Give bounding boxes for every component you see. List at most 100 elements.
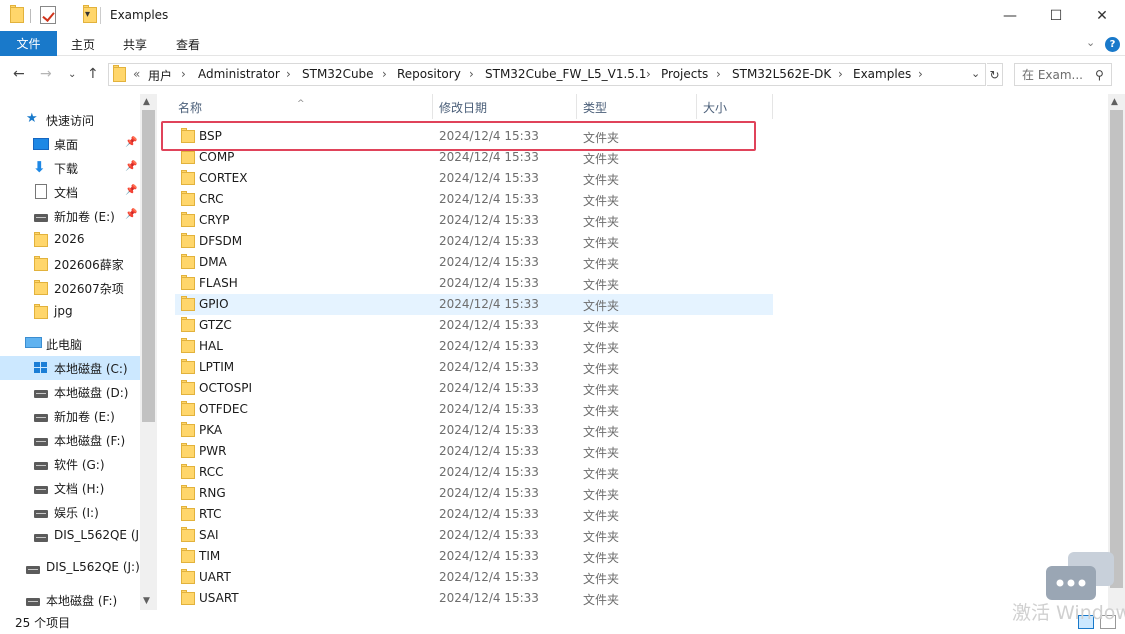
breadcrumb-overflow[interactable]: «	[133, 67, 140, 81]
scroll-up-icon[interactable]: ▲	[1111, 97, 1118, 107]
nav-item-this-pc[interactable]: 此电脑	[0, 332, 140, 356]
chevron-right-icon[interactable]: ›	[838, 67, 843, 81]
nav-item-drive-i[interactable]: 娱乐 (I:)	[0, 500, 140, 524]
nav-item-downloads[interactable]: ⬇ 下载 📌	[0, 156, 140, 180]
chevron-right-icon[interactable]: ›	[181, 67, 186, 81]
nav-item-documents[interactable]: 文档 📌	[0, 180, 140, 204]
scrollbar-thumb[interactable]	[1110, 110, 1123, 588]
nav-item-folder-jpg[interactable]: jpg	[0, 300, 140, 324]
close-button[interactable]: ✕	[1079, 0, 1125, 31]
file-row-cryp[interactable]: CRYP 2024/12/4 15:33 文件夹	[175, 210, 773, 231]
breadcrumb-repository[interactable]: Repository	[397, 67, 461, 81]
nav-item-drive-j[interactable]: DIS_L562QE (J:	[0, 524, 140, 548]
chevron-right-icon[interactable]: ›	[716, 67, 721, 81]
column-header-name[interactable]: 名称	[178, 99, 202, 116]
nav-item-drive-g[interactable]: 软件 (G:)	[0, 452, 140, 476]
chevron-right-icon[interactable]: ›	[469, 67, 474, 81]
recent-locations-icon[interactable]: ⌄	[68, 69, 76, 80]
file-row-uart[interactable]: UART 2024/12/4 15:33 文件夹	[175, 567, 773, 588]
breadcrumb-board[interactable]: STM32L562E-DK	[732, 67, 831, 81]
nav-item-drive-j-device[interactable]: DIS_L562QE (J:)	[0, 556, 140, 580]
chevron-right-icon[interactable]: ›	[918, 67, 923, 81]
file-row-pwr[interactable]: PWR 2024/12/4 15:33 文件夹	[175, 441, 773, 462]
pin-icon[interactable]: 📌	[125, 209, 137, 220]
column-divider[interactable]	[696, 94, 697, 119]
file-row-pka[interactable]: PKA 2024/12/4 15:33 文件夹	[175, 420, 773, 441]
up-arrow-icon[interactable]: ↑	[87, 66, 99, 82]
tab-share[interactable]: 共享	[123, 36, 147, 53]
tab-file[interactable]: 文件	[0, 31, 57, 56]
file-row-rtc[interactable]: RTC 2024/12/4 15:33 文件夹	[175, 504, 773, 525]
tab-view[interactable]: 查看	[176, 36, 200, 53]
search-box[interactable]: ⚲	[1014, 63, 1112, 86]
nav-item-drive-d[interactable]: 本地磁盘 (D:)	[0, 380, 140, 404]
nav-item-drive-f-network[interactable]: 本地磁盘 (F:)	[0, 588, 140, 612]
nav-item-drive-e-pinned[interactable]: 新加卷 (E:) 📌	[0, 204, 140, 228]
file-row-hal[interactable]: HAL 2024/12/4 15:33 文件夹	[175, 336, 773, 357]
column-header-type[interactable]: 类型	[583, 99, 607, 116]
address-bar[interactable]: « 用户 › Administrator › STM32Cube › Repos…	[108, 63, 986, 86]
nav-item-folder-2026[interactable]: 2026	[0, 228, 140, 252]
file-row-bsp[interactable]: BSP 2024/12/4 15:33 文件夹	[175, 126, 773, 147]
pin-icon[interactable]: 📌	[125, 161, 137, 172]
column-divider[interactable]	[576, 94, 577, 119]
help-icon[interactable]: ?	[1105, 37, 1120, 52]
file-row-lptim[interactable]: LPTIM 2024/12/4 15:33 文件夹	[175, 357, 773, 378]
column-header-size[interactable]: 大小	[703, 99, 727, 116]
quick-access-dropdown-icon[interactable]: ▾	[85, 9, 90, 20]
tab-home[interactable]: 主页	[71, 36, 95, 53]
file-row-octospi[interactable]: OCTOSPI 2024/12/4 15:33 文件夹	[175, 378, 773, 399]
breadcrumb-administrator[interactable]: Administrator	[198, 67, 280, 81]
properties-icon[interactable]	[40, 6, 56, 24]
breadcrumb-stm32cube[interactable]: STM32Cube	[302, 67, 374, 81]
file-row-cortex[interactable]: CORTEX 2024/12/4 15:33 文件夹	[175, 168, 773, 189]
file-row-comp[interactable]: COMP 2024/12/4 15:33 文件夹	[175, 147, 773, 168]
file-row-otfdec[interactable]: OTFDEC 2024/12/4 15:33 文件夹	[175, 399, 773, 420]
scroll-down-icon[interactable]: ▼	[143, 596, 150, 606]
file-row-tim[interactable]: TIM 2024/12/4 15:33 文件夹	[175, 546, 773, 567]
nav-scrollbar[interactable]: ▲ ▼	[140, 94, 157, 610]
nav-item-folder-202606[interactable]: 202606薛家	[0, 252, 140, 276]
pin-icon[interactable]: 📌	[125, 137, 137, 148]
search-icon[interactable]: ⚲	[1095, 68, 1104, 82]
breadcrumb-projects[interactable]: Projects	[661, 67, 708, 81]
refresh-icon[interactable]: ↻	[987, 63, 1003, 86]
file-row-sai[interactable]: SAI 2024/12/4 15:33 文件夹	[175, 525, 773, 546]
column-header-date[interactable]: 修改日期	[439, 99, 487, 116]
pin-icon[interactable]: 📌	[125, 185, 137, 196]
nav-item-drive-e[interactable]: 新加卷 (E:)	[0, 404, 140, 428]
file-row-usart[interactable]: USART 2024/12/4 15:33 文件夹	[175, 588, 773, 609]
breadcrumb-fw-package[interactable]: STM32Cube_FW_L5_V1.5.1	[485, 67, 646, 81]
address-history-dropdown-icon[interactable]: ⌄	[971, 67, 980, 80]
file-row-dfsdm[interactable]: DFSDM 2024/12/4 15:33 文件夹	[175, 231, 773, 252]
chevron-right-icon[interactable]: ›	[646, 67, 651, 81]
maximize-button[interactable]: ☐	[1033, 0, 1079, 31]
expand-ribbon-icon[interactable]: ⌄	[1086, 36, 1095, 49]
file-list-scrollbar[interactable]: ▲	[1108, 94, 1125, 610]
file-row-rng[interactable]: RNG 2024/12/4 15:33 文件夹	[175, 483, 773, 504]
chevron-right-icon[interactable]: ›	[286, 67, 291, 81]
minimize-button[interactable]: —	[987, 0, 1033, 31]
nav-item-desktop[interactable]: 桌面 📌	[0, 132, 140, 156]
file-row-rcc[interactable]: RCC 2024/12/4 15:33 文件夹	[175, 462, 773, 483]
file-row-gtzc[interactable]: GTZC 2024/12/4 15:33 文件夹	[175, 315, 773, 336]
chevron-right-icon[interactable]: ›	[382, 67, 387, 81]
file-row-crc[interactable]: CRC 2024/12/4 15:33 文件夹	[175, 189, 773, 210]
forward-arrow-icon[interactable]: →	[40, 66, 52, 82]
back-arrow-icon[interactable]: ←	[13, 66, 25, 82]
scrollbar-thumb[interactable]	[142, 110, 155, 422]
file-row-gpio[interactable]: GPIO 2024/12/4 15:33 文件夹	[175, 294, 773, 315]
nav-item-quick-access[interactable]: ★ 快速访问	[0, 108, 140, 132]
file-row-flash[interactable]: FLASH 2024/12/4 15:33 文件夹	[175, 273, 773, 294]
scroll-up-icon[interactable]: ▲	[143, 97, 150, 107]
file-row-dma[interactable]: DMA 2024/12/4 15:33 文件夹	[175, 252, 773, 273]
search-input[interactable]	[1015, 64, 1093, 85]
nav-item-drive-h[interactable]: 文档 (H:)	[0, 476, 140, 500]
breadcrumb-examples[interactable]: Examples	[853, 67, 911, 81]
nav-item-drive-c[interactable]: 本地磁盘 (C:)	[0, 356, 140, 380]
nav-item-folder-202607[interactable]: 202607杂项	[0, 276, 140, 300]
column-divider[interactable]	[432, 94, 433, 119]
column-divider[interactable]	[772, 94, 773, 119]
breadcrumb-users[interactable]: 用户	[148, 67, 172, 84]
nav-item-drive-f[interactable]: 本地磁盘 (F:)	[0, 428, 140, 452]
